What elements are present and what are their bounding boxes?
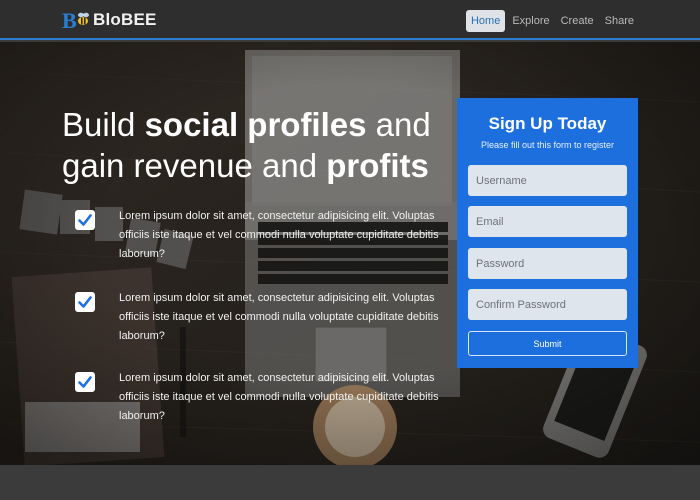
checkmark-icon	[75, 210, 95, 230]
navbar: B BloBEE Home Explore Create Share	[0, 0, 700, 40]
username-field[interactable]	[468, 165, 627, 196]
bee-logo-icon: B	[62, 9, 92, 31]
feature-text: Lorem ipsum dolor sit amet, consectetur …	[119, 210, 439, 260]
main-nav: Home Explore Create Share	[463, 10, 638, 32]
svg-text:B: B	[62, 9, 77, 31]
footer-bar	[0, 465, 700, 500]
nav-share[interactable]: Share	[601, 11, 638, 31]
feature-text: Lorem ipsum dolor sit amet, consectetur …	[119, 292, 439, 342]
hero-headline: Build social profiles and gain revenue a…	[62, 106, 431, 184]
submit-button[interactable]: Submit	[468, 331, 627, 356]
feature-text: Lorem ipsum dolor sit amet, consectetur …	[119, 372, 439, 422]
hero-section: Build social profiles and gain revenue a…	[0, 42, 700, 465]
brand-name: BloBEE	[93, 10, 157, 29]
signup-title: Sign Up Today	[488, 114, 607, 133]
nav-explore[interactable]: Explore	[508, 11, 553, 31]
brand[interactable]: B BloBEE	[62, 8, 157, 32]
signup-subtitle: Please fill out this form to register	[480, 140, 615, 150]
checkmark-icon	[75, 292, 95, 312]
email-field[interactable]	[468, 206, 627, 237]
nav-home[interactable]: Home	[465, 10, 506, 32]
checkmark-icon	[75, 372, 95, 392]
nav-create[interactable]: Create	[557, 11, 598, 31]
password-field[interactable]	[468, 248, 627, 279]
signup-form: Sign Up Today Please fill out this form …	[457, 98, 638, 368]
confirm-password-field[interactable]	[468, 289, 627, 320]
